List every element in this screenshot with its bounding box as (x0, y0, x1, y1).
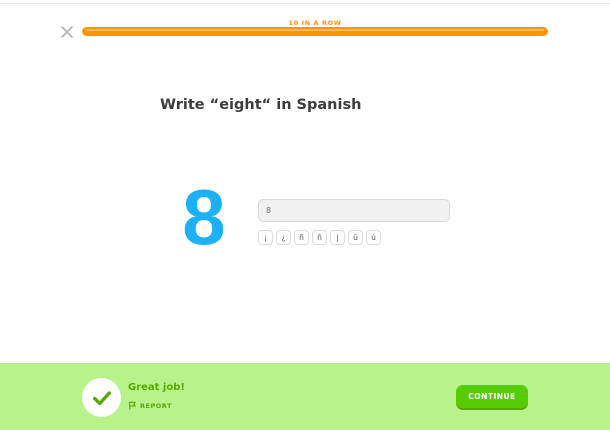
special-char-button[interactable]: ñ (294, 230, 309, 245)
progress-fill (82, 27, 548, 36)
check-badge (82, 378, 121, 417)
close-button[interactable] (60, 25, 74, 39)
special-char-button[interactable]: ¡ (258, 230, 273, 245)
special-char-button[interactable]: ú (366, 230, 381, 245)
checkmark-icon (92, 390, 111, 405)
continue-button[interactable]: CONTINUE (456, 385, 528, 408)
special-characters-bar: ¡ ¿ ñ ñ j ü ú (258, 230, 381, 245)
report-label: REPORT (140, 401, 172, 410)
special-char-button[interactable]: ü (348, 230, 363, 245)
top-divider (0, 3, 610, 4)
digit-illustration: 8 (182, 173, 226, 261)
answer-input[interactable] (258, 199, 450, 222)
close-icon (61, 26, 73, 38)
feedback-footer: Great job! REPORT CONTINUE (0, 363, 610, 430)
report-button[interactable]: REPORT (128, 401, 172, 410)
flag-icon (129, 401, 136, 410)
special-char-button[interactable]: j (330, 230, 345, 245)
feedback-title: Great job! (128, 382, 185, 393)
special-char-button[interactable]: ñ (312, 230, 327, 245)
lesson-progress-bar (82, 27, 548, 36)
streak-label: 10 IN A ROW (288, 19, 342, 27)
special-char-button[interactable]: ¿ (276, 230, 291, 245)
question-prompt: Write “eight“ in Spanish (160, 97, 362, 113)
